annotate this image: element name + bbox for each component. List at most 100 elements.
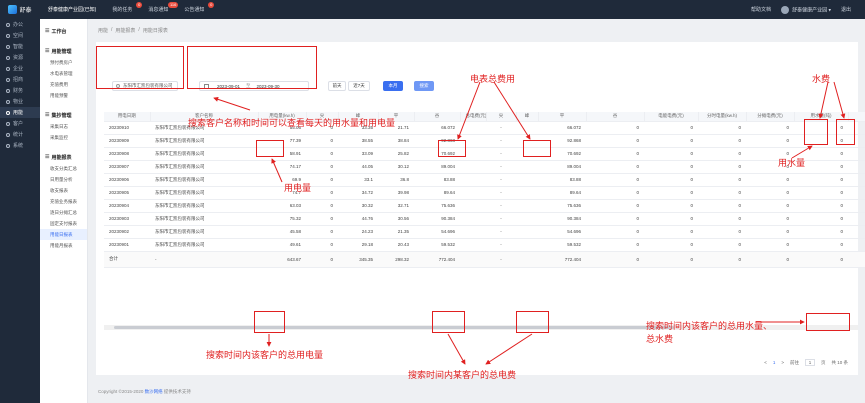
table-cell: 0 [644, 121, 698, 135]
table-cell: 0 [746, 225, 794, 239]
table-cell: - [486, 225, 516, 239]
total-cell: 合计 [104, 251, 150, 268]
table-cell: 0 [306, 147, 338, 161]
table-cell: 0 [698, 199, 746, 213]
table-cell: 东阳市汇凯包装有限公司 [150, 173, 258, 187]
table-cell: 0 [698, 225, 746, 239]
subnav-item[interactable]: 收支报表 [40, 185, 87, 196]
subnav-item[interactable]: 用能月报表 [40, 240, 87, 251]
sidebar-item-smart[interactable]: 智能 [0, 41, 40, 52]
scrollbar-thumb[interactable] [114, 326, 674, 329]
annotation-total-cost: 搜索时间内某客户的总电费 [408, 371, 517, 381]
sidebar-item-enterprise[interactable]: 企业 [0, 63, 40, 74]
table-cell: 0 [306, 134, 338, 148]
table-cell: 70.692 [538, 147, 586, 161]
table-cell: 东阳市汇凯包装有限公司 [150, 225, 258, 239]
finance-icon [6, 88, 10, 93]
topnav-park[interactable]: 舒泰健康产业园(已知) [40, 0, 104, 19]
table-cell: 0 [698, 173, 746, 187]
page-input[interactable]: 1 [804, 359, 815, 366]
table-cell: 0 [644, 212, 698, 226]
table-row: 20230903 东阳市汇凯包装有限公司 75.32 0 44.76 30.56 90.38… [104, 212, 865, 226]
total-cell: 643.67 [258, 251, 306, 268]
table-cell: 0 [644, 147, 698, 161]
table-cell: 0 [746, 134, 794, 148]
subnav-item[interactable]: 收支分类汇总 [40, 163, 87, 174]
subnav-group-energy[interactable]: ☰ 用能管理 [40, 45, 87, 57]
topnav-tasks[interactable]: 我的任务 0 [104, 0, 143, 19]
subnav-item-daily-report[interactable]: 用能日报表 [40, 229, 87, 240]
logout-link[interactable]: 退出 [841, 6, 851, 13]
subnav-group-reports[interactable]: ☰ 用能报表 [40, 151, 87, 163]
table-cell: 0 [586, 199, 644, 213]
current-page[interactable]: 1 [773, 360, 776, 365]
subnav-group-workbench[interactable]: ☰ 工作台 [40, 25, 87, 37]
table-cell: 0 [586, 238, 644, 252]
table-cell: 0 [306, 225, 338, 239]
sidebar-item-space[interactable]: 空间 [0, 30, 40, 41]
search-button[interactable]: 搜索 [414, 81, 434, 91]
sidebar-item-investment[interactable]: 招商 [0, 74, 40, 85]
quick-month-button[interactable]: 本月 [383, 81, 403, 91]
user-menu[interactable]: 舒泰健康产业园 ▾ [781, 5, 831, 14]
table-cell: 2.16 [848, 238, 865, 252]
table-cell: 24.23 [338, 225, 378, 239]
next-page-button[interactable]: > [781, 360, 784, 365]
footer-brand-link[interactable]: 数沙网络 [145, 389, 163, 394]
table-cell: 0 [746, 186, 794, 200]
table-cell: 2.27 [848, 147, 865, 161]
resource-icon [6, 55, 10, 60]
table-row: 20230904 东阳市汇凯包装有限公司 63.03 0 30.32 32.71 75.63… [104, 199, 865, 213]
breadcrumb-item[interactable]: 用能报表 [115, 27, 135, 34]
report-table: 用电日期 客户名称 用电量(kw.h) 尖峰平谷总电费(元) 尖峰平谷电能电费(元) 分时… [104, 112, 865, 268]
subnav-item[interactable]: 充值费用 [40, 79, 87, 90]
sidebar-item-finance[interactable]: 财务 [0, 85, 40, 96]
sidebar-item-customer[interactable]: 客户 [0, 118, 40, 129]
sidebar-item-energy[interactable]: 用能 [0, 107, 40, 118]
column-header: 尖 [486, 112, 517, 122]
sidebar-item-resource[interactable]: 资源 [0, 52, 40, 63]
sidebar-item-property[interactable]: 物业 [0, 96, 40, 107]
table-cell: 92.868 [538, 134, 586, 148]
app-logo[interactable]: 舒泰 [0, 0, 40, 19]
total-cell: 0 [586, 251, 644, 268]
topnav-messages[interactable]: 消息通知 116 [140, 0, 179, 19]
sidebar-item-stats[interactable]: 统计 [0, 129, 40, 140]
subnav-item[interactable]: 用能预警 [40, 90, 87, 101]
annotation-total-fee: 电表总费用 [470, 75, 516, 85]
prev-page-button[interactable]: < [764, 360, 767, 365]
subnav-item[interactable]: 充值业务报表 [40, 196, 87, 207]
table-cell: 0 [746, 121, 794, 135]
table-cell: 49.61 [258, 238, 306, 252]
sidebar-item-system[interactable]: 系统 [0, 140, 40, 151]
subnav-item[interactable]: 采集监控 [40, 132, 87, 143]
date-range-picker[interactable]: 2023-09-01 至 2023-09-30 [199, 81, 309, 91]
table-cell: 0 [306, 212, 338, 226]
subnav-item[interactable]: 采集日志 [40, 121, 87, 132]
quick-yesterday-button[interactable]: 前天 [328, 81, 346, 91]
table-cell: - [486, 212, 516, 226]
subnav-item[interactable]: 水电表管理 [40, 68, 87, 79]
quick-7days-button[interactable]: 近7天 [348, 81, 370, 91]
table-cell: 32.71 [378, 199, 414, 213]
table-cell: 0 [644, 134, 698, 148]
subnav-item[interactable]: 日用量分析 [40, 174, 87, 185]
table-cell: 0 [794, 225, 848, 239]
table-cell: 63.03 [258, 199, 306, 213]
subnav-group-collect[interactable]: ☰ 集抄管理 [40, 109, 87, 121]
customer-select[interactable]: 东阳市汇凯包装有限公司 [112, 81, 178, 91]
investment-icon [6, 77, 10, 82]
topnav-notices[interactable]: 公告通知 0 [176, 0, 215, 19]
subnav-item[interactable]: 固定支付报表 [40, 218, 87, 229]
subnav-item[interactable]: 逐日分摊汇总 [40, 207, 87, 218]
table-cell: 34.72 [338, 186, 378, 200]
breadcrumb-item[interactable]: 用能 [98, 27, 108, 34]
subnav-item[interactable]: 预付费房户 [40, 57, 87, 68]
help-link[interactable]: 帮助文档 [751, 6, 771, 13]
top-nav: 舒泰健康产业园(已知) 我的任务 0 消息通知 116 公告通知 0 [40, 0, 215, 19]
date-separator: 至 [246, 83, 251, 88]
sidebar-item-office[interactable]: 办公 [0, 19, 40, 30]
table-cell: 20230902 [104, 225, 150, 239]
total-cell: - [486, 251, 516, 268]
column-header: 谷 [414, 112, 461, 122]
